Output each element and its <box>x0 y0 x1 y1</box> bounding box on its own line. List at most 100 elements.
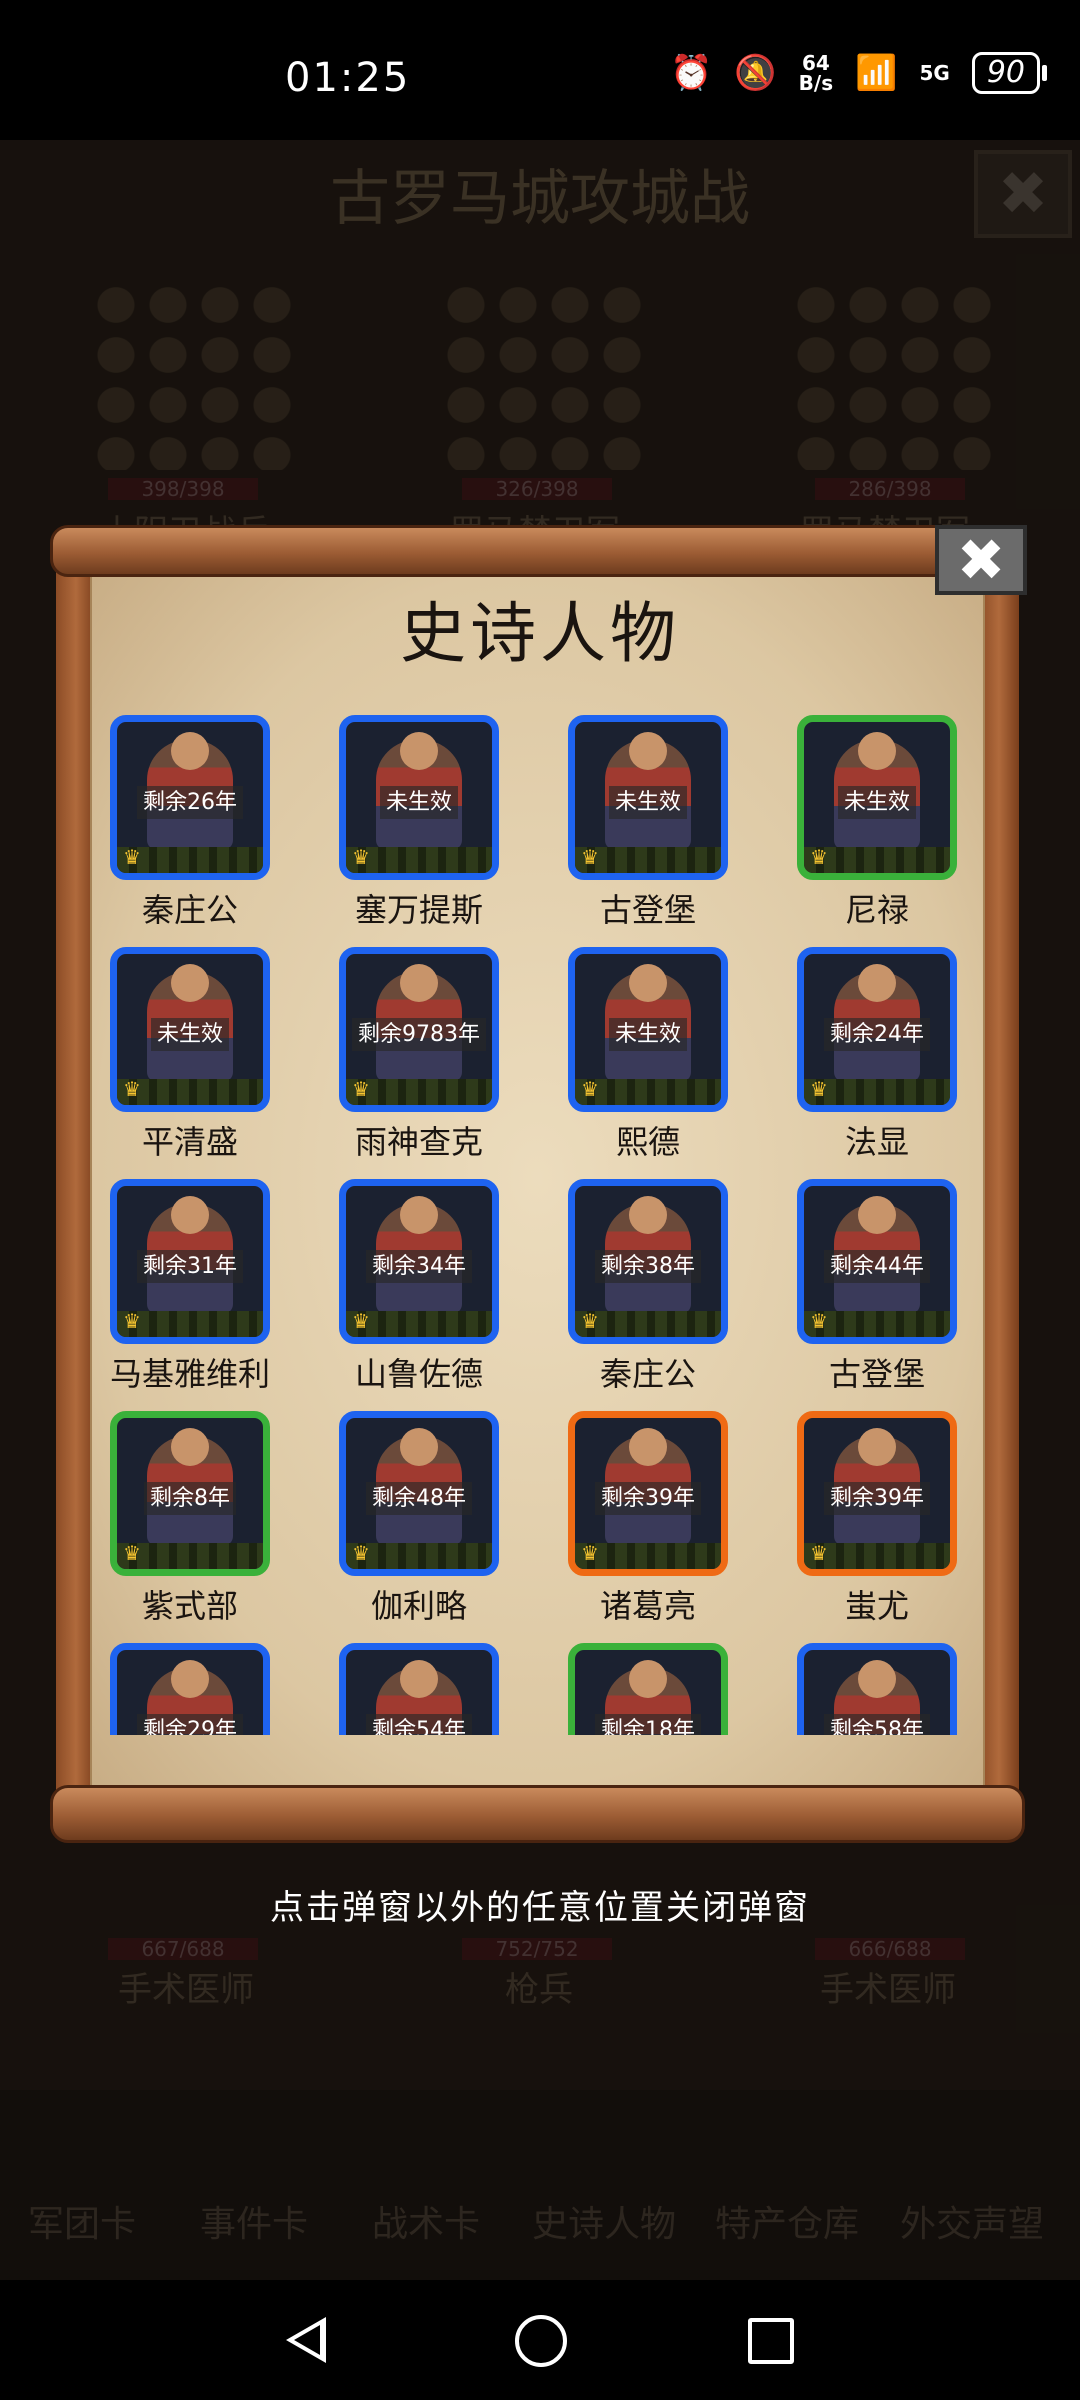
character-portrait[interactable]: ♛ 剩余34年 <box>339 1179 499 1344</box>
character-portrait[interactable]: ♛ 未生效 <box>339 715 499 880</box>
character-portrait[interactable]: ♛ 剩余8年 <box>110 1411 270 1576</box>
character-timer-text: 剩余31年 <box>137 1250 243 1283</box>
character-head <box>171 1196 209 1234</box>
character-portrait[interactable]: ♛ 剩余9783年 <box>339 947 499 1112</box>
crown-icon: ♛ <box>123 845 141 869</box>
character-timer-text: 未生效 <box>837 786 916 819</box>
character-portrait[interactable]: ♛ 剩余39年 <box>568 1411 728 1576</box>
navigation-bar <box>0 2280 1080 2400</box>
character-name: 山鲁佐德 <box>354 1355 483 1393</box>
crown-icon: ♛ <box>581 1309 599 1333</box>
character-card[interactable]: ♛ 剩余8年 紫式部 <box>90 1411 285 1631</box>
character-card[interactable]: ♛ 剩余9783年雨神查克 <box>314 947 514 1167</box>
character-card[interactable]: ♛ 剩余26年 秦庄公 <box>90 715 285 935</box>
character-portrait[interactable]: ♛剩余58年 <box>797 1643 957 1735</box>
character-card[interactable]: ♛剩余29年 <box>90 1643 285 1735</box>
character-timer-text: 剩余24年 <box>824 1018 930 1051</box>
character-timer-text: 剩余34年 <box>366 1250 472 1283</box>
character-timer: 未生效 <box>117 1016 263 1051</box>
character-card[interactable]: ♛ 剩余34年山鲁佐德 <box>314 1179 514 1399</box>
character-portrait[interactable]: ♛ 剩余24年 <box>797 947 957 1112</box>
net-speed: 64 B/s <box>799 53 833 93</box>
character-card[interactable]: ♛ 未生效 熙德 <box>543 947 743 1167</box>
character-timer-text: 剩余39年 <box>595 1482 701 1515</box>
character-head <box>858 964 896 1002</box>
character-timer-text: 剩余54年 <box>366 1714 472 1735</box>
status-clock: 01:25 <box>285 55 411 101</box>
back-icon[interactable] <box>286 2317 326 2363</box>
character-card[interactable]: ♛ 剩余44年古登堡 <box>772 1179 972 1399</box>
character-card[interactable]: ♛ 未生效 塞万提斯 <box>314 715 514 935</box>
character-portrait[interactable]: ♛剩余54年 <box>339 1643 499 1735</box>
character-timer: 未生效 <box>575 1016 721 1051</box>
character-timer-text: 剩余8年 <box>144 1482 236 1515</box>
status-icons: ⏰ 🔕 64 B/s 📶 5G 90 <box>669 52 1048 94</box>
character-timer-text: 剩余38年 <box>595 1250 701 1283</box>
character-card[interactable]: ♛ 未生效平清盛 <box>90 947 285 1167</box>
character-timer: 剩余8年 <box>117 1480 263 1515</box>
character-name: 平清盛 <box>141 1123 238 1161</box>
character-portrait[interactable]: ♛ 剩余31年 <box>110 1179 270 1344</box>
character-timer-text: 剩余26年 <box>137 786 243 819</box>
crown-icon: ♛ <box>352 1309 370 1333</box>
character-portrait[interactable]: ♛ 剩余48年 <box>339 1411 499 1576</box>
character-card[interactable]: ♛ 剩余24年 法显 <box>772 947 972 1167</box>
character-portrait[interactable]: ♛ 未生效 <box>568 947 728 1112</box>
recents-icon[interactable] <box>748 2318 794 2364</box>
character-name: 蚩尤 <box>844 1587 909 1625</box>
crown-icon: ♛ <box>352 1541 370 1565</box>
character-head <box>858 732 896 770</box>
crown-icon: ♛ <box>581 845 599 869</box>
character-timer: 剩余29年 <box>117 1712 263 1735</box>
character-name: 诸葛亮 <box>599 1587 696 1625</box>
character-timer-text: 剩余39年 <box>824 1482 930 1515</box>
character-timer-text: 未生效 <box>608 786 687 819</box>
character-card[interactable]: ♛ 剩余38年 秦庄公 <box>543 1179 743 1399</box>
crown-icon: ♛ <box>581 1541 599 1565</box>
alarm-icon: ⏰ <box>669 53 713 93</box>
character-timer: 未生效 <box>346 784 492 819</box>
character-head <box>400 964 438 1002</box>
character-card[interactable]: ♛剩余18年 <box>543 1643 743 1735</box>
character-timer: 剩余26年 <box>117 784 263 819</box>
net-speed-value: 64 <box>801 51 830 75</box>
character-timer: 剩余48年 <box>346 1480 492 1515</box>
character-head <box>629 732 667 770</box>
character-timer: 剩余39年 <box>575 1480 721 1515</box>
status-bar: 01:25 ⏰ 🔕 64 B/s 📶 5G 90 <box>0 0 1080 140</box>
character-card[interactable]: ♛剩余54年 <box>314 1643 514 1735</box>
character-card[interactable]: ♛ 未生效 古登堡 <box>543 715 743 935</box>
character-card[interactable]: ♛ 剩余48年伽利略 <box>314 1411 514 1631</box>
character-name: 伽利略 <box>370 1587 467 1625</box>
character-timer: 剩余38年 <box>575 1248 721 1283</box>
character-portrait[interactable]: ♛ 未生效 <box>797 715 957 880</box>
close-hint: 点击弹窗以外的任意位置关闭弹窗 <box>270 1888 810 1928</box>
character-timer: 剩余24年 <box>804 1016 950 1051</box>
character-name: 马基雅维利 <box>109 1355 270 1393</box>
character-name: 雨神查克 <box>354 1123 483 1161</box>
character-portrait[interactable]: ♛剩余18年 <box>568 1643 728 1735</box>
crown-icon: ♛ <box>810 845 828 869</box>
character-timer-text: 剩余29年 <box>137 1714 243 1735</box>
character-portrait[interactable]: ♛剩余29年 <box>110 1643 270 1735</box>
character-grid[interactable]: ♛ 剩余26年 秦庄公 ♛ 未生效 塞万提斯 ♛ 未生效 古登堡 ♛ 未生效 尼禄 ♛ 未生效 平清盛 ♛ 剩余… <box>90 700 990 1735</box>
character-card[interactable]: ♛ 未生效尼禄 <box>772 715 972 935</box>
character-portrait[interactable]: ♛ 剩余44年 <box>797 1179 957 1344</box>
character-portrait[interactable]: ♛ 未生效 <box>110 947 270 1112</box>
character-timer-text: 未生效 <box>608 1018 687 1051</box>
crown-icon: ♛ <box>810 1309 828 1333</box>
character-portrait[interactable]: ♛ 剩余26年 <box>110 715 270 880</box>
character-card[interactable]: ♛ 剩余39年诸葛亮 <box>543 1411 743 1631</box>
crown-icon: ♛ <box>810 1077 828 1101</box>
character-card[interactable]: ♛ 剩余31年马基雅维利 <box>90 1179 285 1399</box>
character-name: 古登堡 <box>828 1355 925 1393</box>
character-portrait[interactable]: ♛ 剩余38年 <box>568 1179 728 1344</box>
character-head <box>858 1660 896 1698</box>
character-portrait[interactable]: ♛ 剩余39年 <box>797 1411 957 1576</box>
home-icon[interactable] <box>515 2315 567 2367</box>
character-card[interactable]: ♛剩余58年 <box>772 1643 972 1735</box>
character-card[interactable]: ♛ 剩余39年蚩尤 <box>772 1411 972 1631</box>
character-name: 尼禄 <box>844 891 909 929</box>
character-portrait[interactable]: ♛ 未生效 <box>568 715 728 880</box>
character-head <box>629 1660 667 1698</box>
